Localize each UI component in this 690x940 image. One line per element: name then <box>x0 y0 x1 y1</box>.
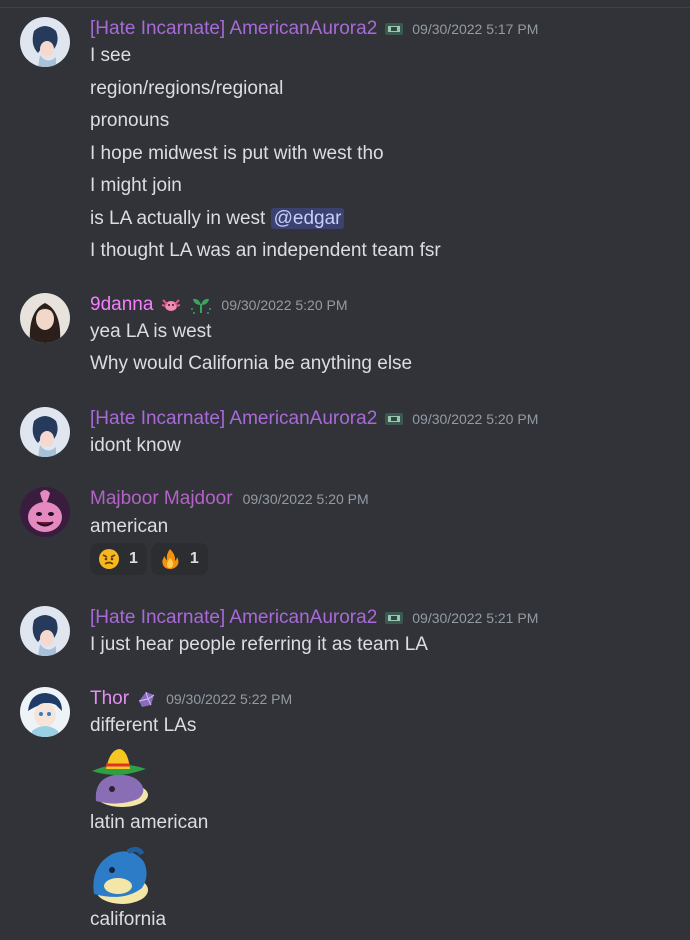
gem-icon <box>136 689 158 709</box>
timestamp[interactable]: 09/30/2022 5:20 PM <box>221 293 347 317</box>
timestamp[interactable]: 09/30/2022 5:20 PM <box>243 487 369 511</box>
message-text: I hope midwest is put with west tho <box>90 143 384 164</box>
sprout-icon <box>189 295 213 315</box>
angry-face-icon <box>98 548 120 570</box>
author-name[interactable]: Majboor Majdoor <box>90 487 233 511</box>
avatar[interactable] <box>20 487 70 537</box>
message-text: I thought LA was an independent team fsr <box>90 240 441 261</box>
top-divider <box>0 7 690 8</box>
message-text: latin american <box>90 812 209 833</box>
message-text: different LAs <box>90 715 197 736</box>
timestamp[interactable]: 09/30/2022 5:20 PM <box>412 407 538 431</box>
message-text: I might join <box>90 175 182 196</box>
message-text: pronouns <box>90 110 170 131</box>
avatar[interactable] <box>20 606 70 656</box>
author-name[interactable]: [Hate Incarnate] AmericanAurora2 <box>90 606 377 630</box>
timestamp[interactable]: 09/30/2022 5:21 PM <box>412 606 538 630</box>
fire-icon <box>159 548 181 570</box>
message-text: california <box>90 909 167 930</box>
message-text: Why would California be anything else <box>90 353 413 374</box>
message-text: I just hear people referring it as team … <box>90 634 428 655</box>
message-text: region/regions/regional <box>90 78 284 99</box>
reaction-count: 1 <box>129 550 138 567</box>
reactions-bar: 1 1 <box>90 543 208 575</box>
reaction-count: 1 <box>189 550 199 567</box>
message-text: yea LA is west <box>90 321 212 342</box>
avatar[interactable] <box>20 687 70 737</box>
blue-dolphin-sticker[interactable] <box>88 842 152 906</box>
sombrero-dolphin-sticker[interactable] <box>88 745 152 809</box>
server-tag-icon <box>384 610 404 626</box>
author-name[interactable]: 9danna <box>90 293 153 317</box>
avatar[interactable] <box>20 293 70 343</box>
axolotl-icon <box>160 296 182 314</box>
author-name[interactable]: [Hate Incarnate] AmericanAurora2 <box>90 407 377 431</box>
server-tag-icon <box>384 21 404 37</box>
reaction-fire[interactable]: 1 <box>150 543 208 575</box>
user-mention[interactable]: @edgar <box>270 208 345 229</box>
message-text: american <box>90 516 169 537</box>
author-name[interactable]: Thor <box>90 687 129 711</box>
message-text: I see <box>90 45 132 66</box>
reaction-angry[interactable]: 1 <box>90 543 147 575</box>
timestamp[interactable]: 09/30/2022 5:22 PM <box>166 687 292 711</box>
message-text-with-mention: is LA actually in west @edgar <box>90 207 345 231</box>
author-name[interactable]: [Hate Incarnate] AmericanAurora2 <box>90 17 377 41</box>
message-text: idont know <box>90 435 181 456</box>
message-text: is LA actually in west <box>90 208 266 229</box>
timestamp[interactable]: 09/30/2022 5:17 PM <box>412 17 538 41</box>
avatar[interactable] <box>20 407 70 457</box>
server-tag-icon <box>384 411 404 427</box>
avatar[interactable] <box>20 17 70 67</box>
